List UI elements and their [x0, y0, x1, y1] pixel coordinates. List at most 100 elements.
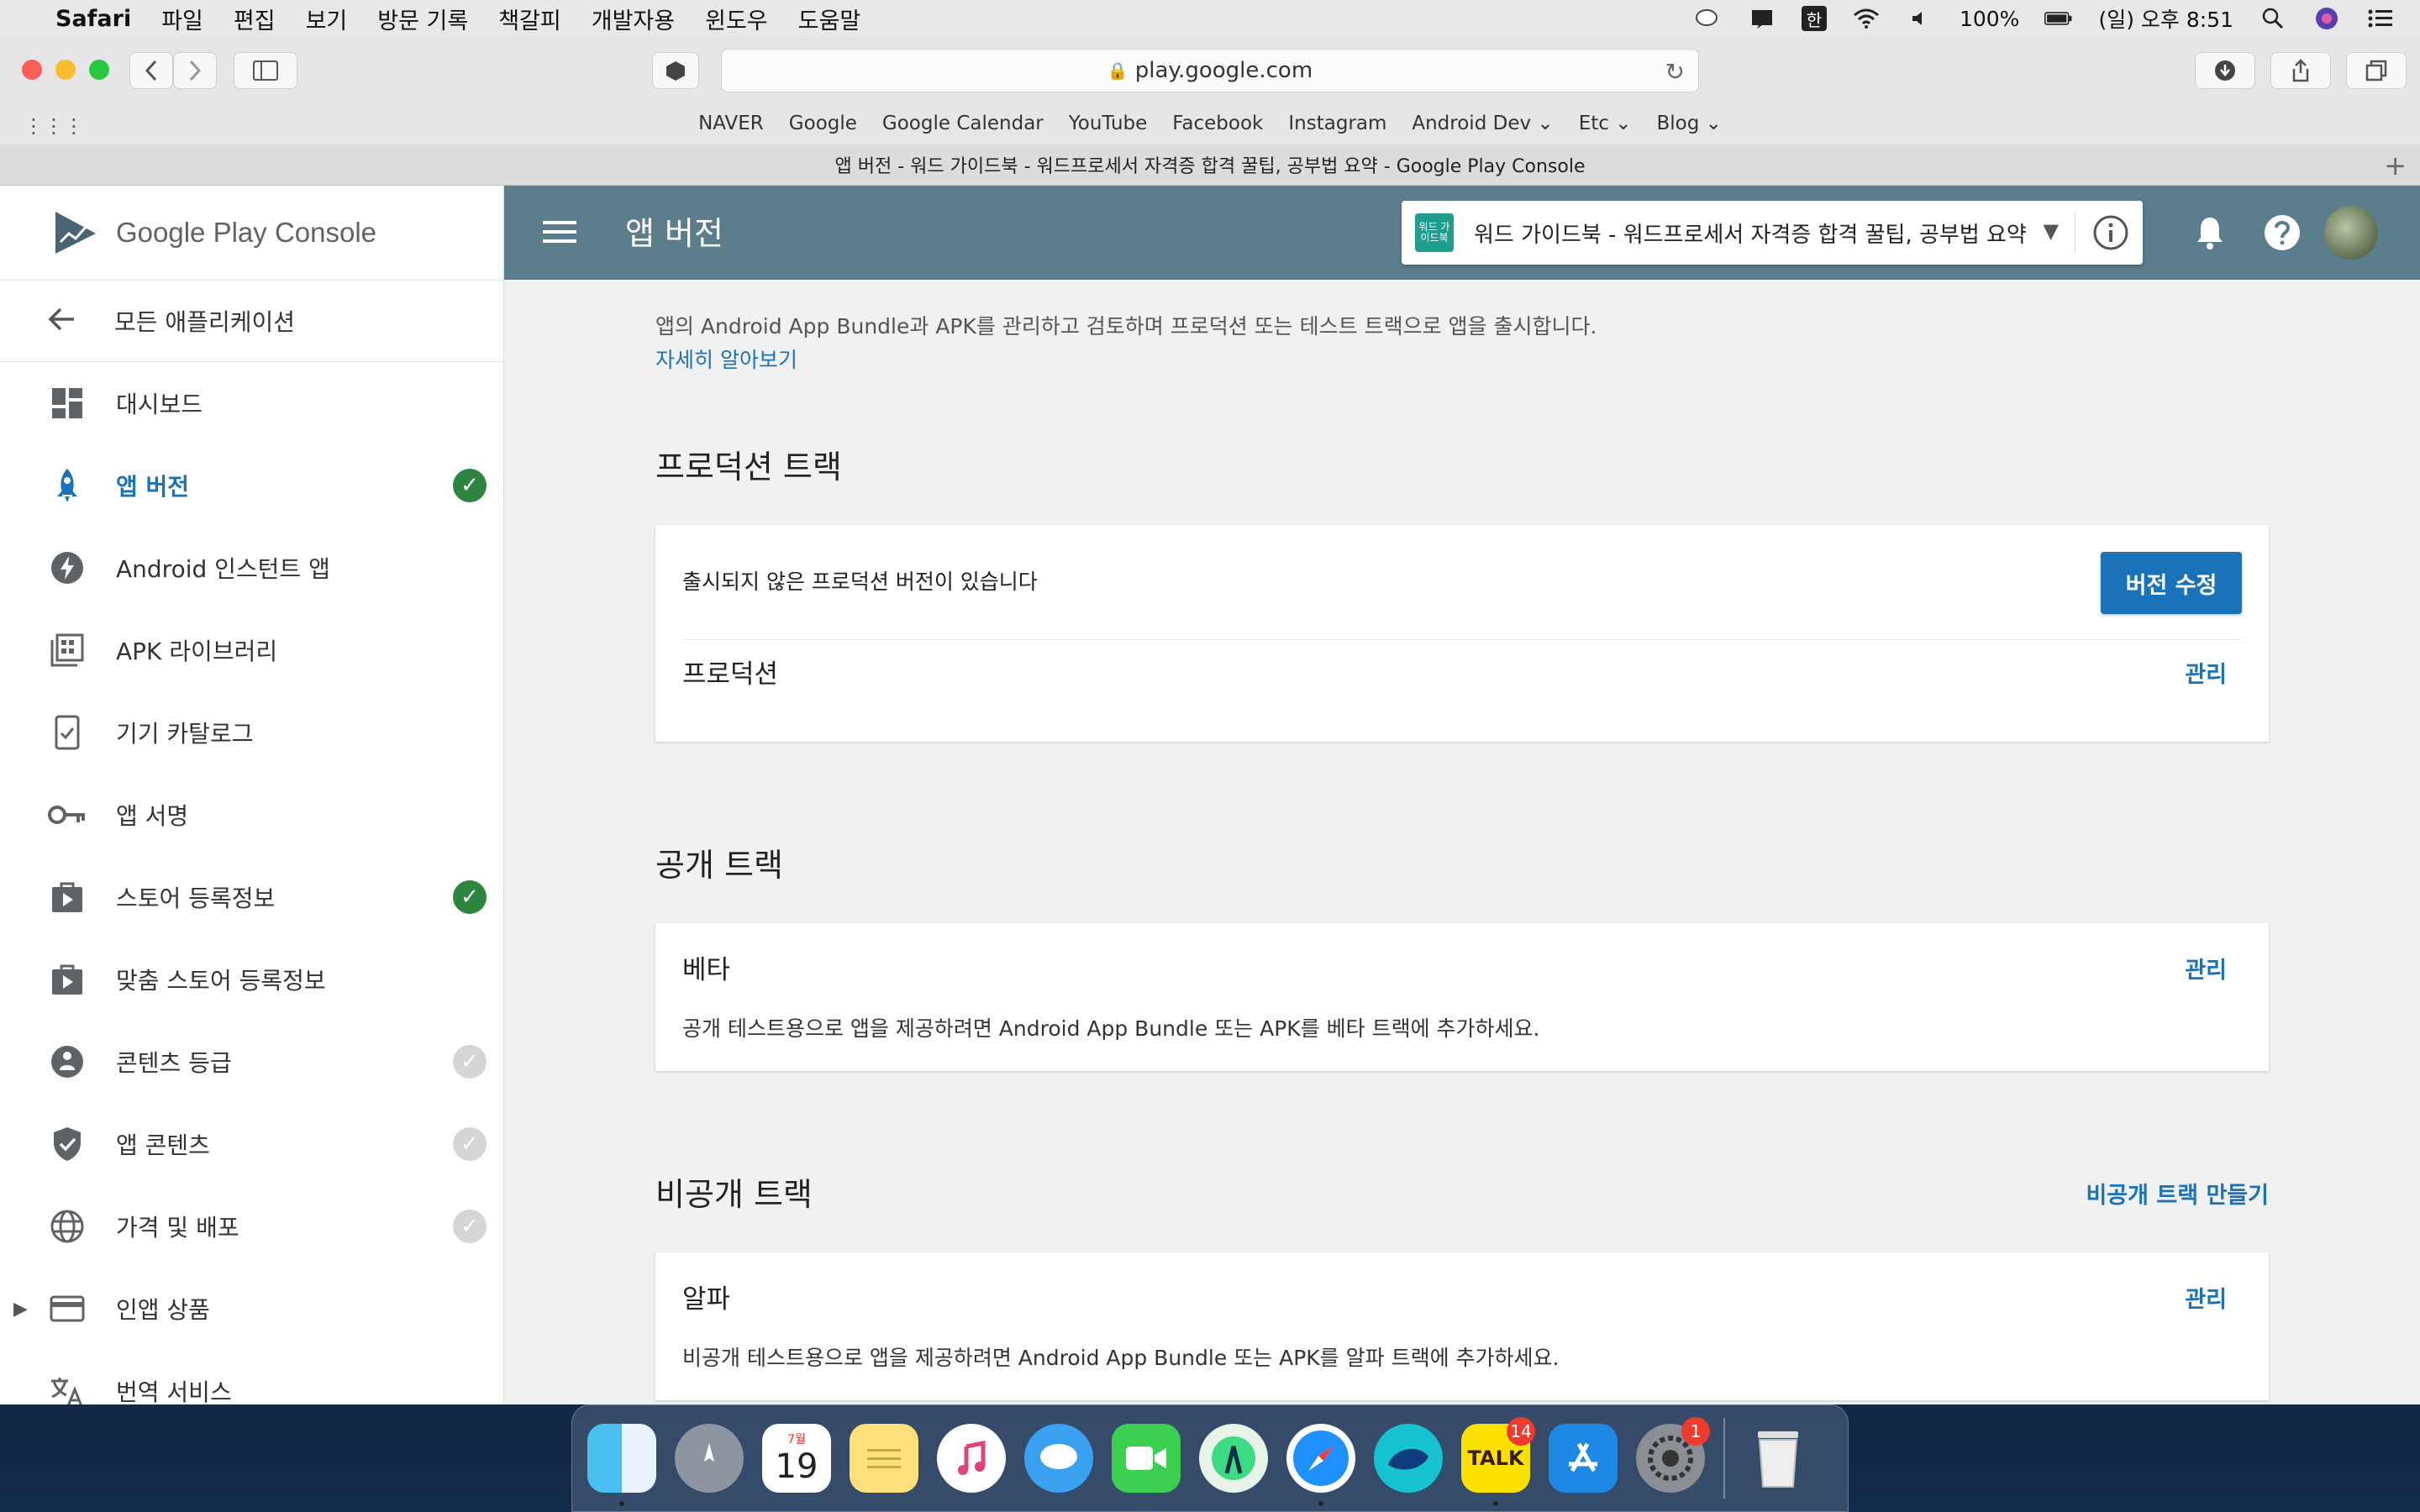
input-method-icon[interactable]: 한: [1801, 6, 1827, 31]
app-selector[interactable]: 워드 가이드북 워드 가이드북 - 워드프로세서 자격증 합격 꿀팁, 공부법 …: [1402, 201, 2143, 265]
menu-file[interactable]: 파일: [161, 3, 203, 35]
menubar-clock[interactable]: (일) 오후 8:51: [2098, 3, 2233, 34]
sidebar-item-dashboard[interactable]: 대시보드: [0, 362, 503, 444]
spotlight-search-icon[interactable]: [2259, 6, 2287, 31]
sidebar-item-app-content[interactable]: 앱 콘텐츠 ✓: [0, 1103, 503, 1185]
sidebar-item-pricing-distribution[interactable]: 가격 및 배포 ✓: [0, 1185, 503, 1268]
beta-manage-link[interactable]: 관리: [2185, 952, 2227, 984]
share-button[interactable]: [2270, 52, 2331, 89]
sidebar-toggle-button[interactable]: [234, 52, 297, 89]
notification-badge: 1: [1681, 1417, 1710, 1446]
sidebar-item-device-catalog[interactable]: 기기 카탈로그: [0, 691, 503, 774]
favorite-folder-blog[interactable]: Blog ⌄: [1656, 113, 1721, 134]
sidebar-item-label: 앱 콘텐츠: [116, 1131, 210, 1159]
create-closed-track-link[interactable]: 비공개 트랙 만들기: [2086, 1177, 2269, 1210]
forward-button[interactable]: [173, 52, 217, 89]
play-console-logo[interactable]: Google Play Console: [0, 186, 503, 281]
tab-overview-button[interactable]: [2346, 52, 2407, 89]
sidebar-item-label: 앱 서명: [116, 802, 189, 830]
close-window-button[interactable]: [22, 60, 42, 80]
play-console-logo-icon: [55, 212, 96, 254]
hamburger-menu-icon[interactable]: [543, 211, 576, 254]
sidebar-item-apk-library[interactable]: APK 라이브러리: [0, 609, 503, 691]
wifi-icon[interactable]: [1852, 6, 1881, 31]
siri-icon[interactable]: [2312, 6, 2341, 31]
safari-icon[interactable]: [1286, 1424, 1355, 1506]
itunes-icon[interactable]: [937, 1424, 1006, 1493]
expand-arrow-icon[interactable]: ▶: [13, 1299, 28, 1320]
finder-icon[interactable]: [587, 1424, 656, 1506]
menu-develop[interactable]: 개발자용: [592, 3, 675, 35]
app-store-icon[interactable]: [1549, 1424, 1618, 1493]
sidebar-item-label: 인앱 상품: [116, 1296, 210, 1324]
favorite-youtube[interactable]: YouTube: [1069, 113, 1148, 134]
alpha-description: 비공개 테스트용으로 앱을 제공하려면 Android App Bundle 또…: [682, 1346, 1560, 1370]
running-indicator: [1493, 1501, 1498, 1506]
edit-release-button[interactable]: 버전 수정: [2101, 552, 2242, 614]
notification-center-icon[interactable]: [2366, 6, 2395, 31]
all-applications-link[interactable]: 모든 애플리케이션: [0, 281, 503, 362]
launchpad-icon[interactable]: [675, 1424, 744, 1493]
volume-icon[interactable]: [1906, 6, 1934, 31]
info-icon[interactable]: [2075, 213, 2131, 253]
production-manage-link[interactable]: 관리: [2185, 656, 2227, 689]
alpha-card: 알파 관리 비공개 테스트용으로 앱을 제공하려면 Android App Bu…: [655, 1252, 2269, 1400]
library-icon: [47, 630, 87, 670]
favorite-google-calendar[interactable]: Google Calendar: [882, 113, 1044, 134]
key-icon: [47, 795, 87, 835]
menu-history[interactable]: 방문 기록: [377, 3, 468, 35]
menu-window[interactable]: 윈도우: [705, 3, 768, 35]
favorite-google[interactable]: Google: [789, 113, 857, 134]
sidebar-item-in-app-products[interactable]: ▶ 인앱 상품: [0, 1268, 503, 1350]
battery-icon[interactable]: [2044, 6, 2073, 31]
chevron-down-icon: ⌄: [1705, 113, 1722, 134]
sidebar-item-app-releases[interactable]: 앱 버전 ✓: [0, 444, 503, 527]
messages-icon[interactable]: [1024, 1424, 1093, 1493]
new-tab-icon[interactable]: +: [2384, 150, 2407, 181]
trash-icon[interactable]: [1744, 1424, 1812, 1493]
sidebar-item-label: 앱 버전: [116, 473, 190, 501]
android-studio-icon[interactable]: [1199, 1424, 1268, 1493]
notifications-bell-icon[interactable]: [2188, 211, 2232, 255]
alpha-manage-link[interactable]: 관리: [2185, 1281, 2227, 1314]
kakaotalk-icon[interactable]: TALK 14: [1461, 1417, 1535, 1506]
menu-help[interactable]: 도움말: [798, 3, 861, 35]
help-icon[interactable]: [2260, 211, 2304, 255]
shield-icon: [47, 1124, 87, 1164]
menu-bookmarks[interactable]: 책갈피: [498, 3, 561, 35]
reload-icon[interactable]: ↻: [1665, 58, 1685, 86]
menu-app-name[interactable]: Safari: [55, 6, 131, 32]
favorite-instagram[interactable]: Instagram: [1288, 113, 1386, 134]
favorite-folder-android-dev[interactable]: Android Dev ⌄: [1412, 113, 1553, 134]
sidebar-item-content-rating[interactable]: 콘텐츠 등급 ✓: [0, 1021, 503, 1103]
address-bar[interactable]: 🔒 play.google.com ↻: [721, 49, 1699, 92]
extension-button[interactable]: [652, 52, 699, 89]
menu-edit[interactable]: 편집: [234, 3, 276, 35]
system-preferences-icon[interactable]: 1: [1636, 1417, 1710, 1493]
menu-view[interactable]: 보기: [306, 3, 348, 35]
tab-title[interactable]: 앱 버전 - 워드 가이드북 - 워드프로세서 자격증 합격 꿀팁, 공부법 요…: [835, 151, 1586, 178]
favorite-naver[interactable]: NAVER: [698, 113, 764, 134]
facetime-icon[interactable]: [1112, 1424, 1181, 1493]
learn-more-link[interactable]: 자세히 알아보기: [655, 344, 797, 374]
calendar-icon[interactable]: 7월 19: [762, 1424, 831, 1493]
downloads-button[interactable]: [2195, 52, 2255, 89]
sidebar-item-store-listing[interactable]: 스토어 등록정보 ✓: [0, 856, 503, 938]
sidebar-item-instant-apps[interactable]: Android 인스턴트 앱: [0, 527, 503, 609]
favorite-folder-etc[interactable]: Etc ⌄: [1579, 113, 1632, 134]
zoom-window-button[interactable]: [89, 60, 109, 80]
production-card: 출시되지 않은 프로덕션 버전이 있습니다 버전 수정 프로덕션 관리: [655, 525, 2269, 742]
sidebar-item-app-signing[interactable]: 앱 서명: [0, 774, 503, 856]
whale-browser-icon[interactable]: [1374, 1424, 1443, 1493]
back-button[interactable]: [129, 52, 173, 89]
menu-bar: Safari 파일 편집 보기 방문 기록 책갈피 개발자용 윈도우 도움말 한…: [0, 0, 2420, 37]
sidebar-item-label: 대시보드: [116, 391, 203, 418]
notification-status-icon[interactable]: [1748, 6, 1776, 31]
chat-status-icon[interactable]: [1694, 6, 1723, 31]
sidebar-item-translation[interactable]: 번역 서비스: [0, 1350, 503, 1404]
favorite-facebook[interactable]: Facebook: [1172, 113, 1263, 134]
minimize-window-button[interactable]: [55, 60, 76, 80]
sidebar-item-custom-store-listing[interactable]: 맞춤 스토어 등록정보: [0, 938, 503, 1021]
user-avatar[interactable]: [2324, 206, 2378, 260]
notes-icon[interactable]: [850, 1424, 918, 1493]
